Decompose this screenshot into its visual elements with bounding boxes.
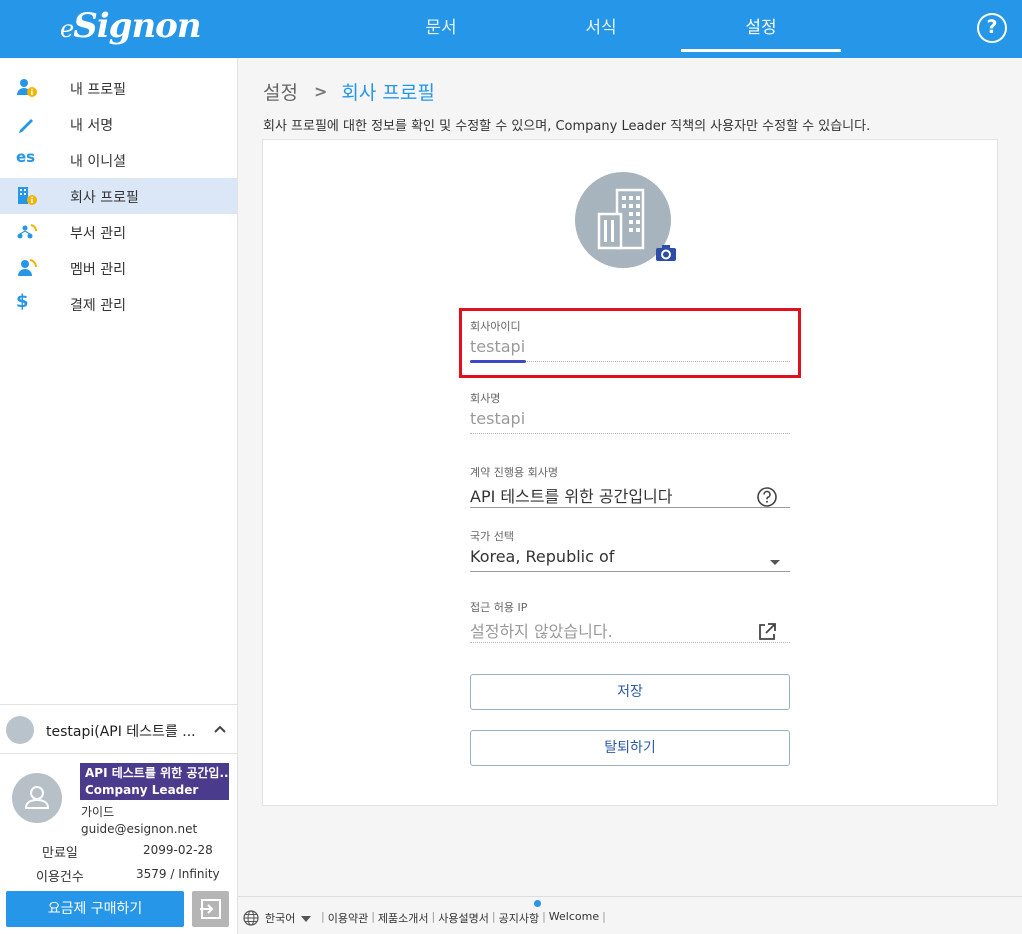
user-name: 가이드 bbox=[81, 805, 115, 819]
contract-company-name-field[interactable]: 계약 진행용 회사명 API 테스트를 위한 공간입니다 bbox=[470, 464, 790, 508]
buy-plan-button[interactable]: 요금제 구매하기 bbox=[6, 891, 184, 927]
allowed-ip-label: 접근 허용 IP bbox=[470, 601, 528, 614]
divider: | bbox=[491, 910, 496, 923]
user-email: guide@esignon.net bbox=[81, 822, 198, 836]
sidebar-item-my-signature[interactable]: 내 서명 bbox=[0, 106, 237, 142]
footer-link-notice[interactable]: 공지사항 bbox=[499, 910, 539, 926]
initials-icon: es bbox=[16, 148, 36, 166]
user-company: API 테스트를 위한 공간입... bbox=[85, 766, 229, 780]
members-icon bbox=[18, 259, 38, 276]
company-avatar-small bbox=[6, 716, 34, 744]
department-icon bbox=[17, 224, 38, 239]
sidebar-item-label: 결제 관리 bbox=[70, 298, 126, 314]
footer: 한국어 | 이용약관 | 제품소개서 | 사용설명서 | 공지사항 | Welc… bbox=[238, 896, 1022, 934]
external-link-icon[interactable] bbox=[756, 621, 778, 643]
user-company-badge: API 테스트를 위한 공간입... Company Leader bbox=[80, 763, 229, 800]
sidebar-item-members[interactable]: 멤버 관리 bbox=[0, 250, 237, 286]
contract-company-name-value: API 테스트를 위한 공간입니다 bbox=[470, 487, 673, 506]
company-profile-panel: 회사아이디 testapi 회사명 testapi 계약 진행용 회사명 API… bbox=[262, 139, 998, 806]
divider: | bbox=[371, 910, 375, 923]
focus-indicator bbox=[470, 360, 526, 363]
company-name-field[interactable]: 회사명 testapi bbox=[470, 390, 790, 434]
country-value: Korea, Republic of bbox=[470, 547, 615, 566]
company-name-value: testapi bbox=[470, 409, 526, 428]
sidebar-item-departments[interactable]: 부서 관리 bbox=[0, 214, 237, 250]
notification-dot bbox=[534, 900, 541, 907]
expiry-label: 만료일 bbox=[42, 846, 78, 861]
logout-icon bbox=[200, 899, 221, 919]
divider: | bbox=[431, 910, 436, 923]
sidebar-item-label: 내 서명 bbox=[70, 118, 114, 134]
globe-icon bbox=[243, 910, 259, 926]
user-avatar bbox=[12, 773, 62, 823]
withdraw-button[interactable]: 탈퇴하기 bbox=[470, 730, 790, 766]
tab-settings[interactable]: 설정 bbox=[681, 0, 841, 54]
breadcrumb: 설정 > 회사 프로필 bbox=[263, 78, 435, 105]
sidebar-item-company-profile[interactable]: 회사 프로필 bbox=[0, 178, 237, 214]
breadcrumb-current: 회사 프로필 bbox=[341, 82, 435, 104]
company-name-label: 회사명 bbox=[470, 392, 501, 405]
building-info-icon bbox=[18, 187, 37, 205]
help-button[interactable]: ? bbox=[977, 13, 1007, 43]
user-silhouette-icon bbox=[24, 786, 50, 809]
tab-templates[interactable]: 서식 bbox=[521, 0, 681, 54]
user-role: Company Leader bbox=[85, 783, 199, 797]
chevron-up-icon[interactable] bbox=[210, 719, 230, 739]
footer-link-terms[interactable]: 이용약관 bbox=[328, 910, 368, 926]
account-name: testapi(API 테스트를 ... bbox=[46, 724, 196, 740]
tab-documents[interactable]: 문서 bbox=[361, 0, 521, 54]
sidebar-item-label: 내 이니셜 bbox=[70, 154, 126, 170]
usage-value: 3579 / Infinity bbox=[136, 867, 220, 881]
account-switcher[interactable]: testapi(API 테스트를 ... bbox=[0, 704, 237, 754]
camera-icon[interactable] bbox=[655, 244, 677, 262]
pen-icon bbox=[19, 119, 33, 133]
footer-link-welcome[interactable]: Welcome bbox=[549, 910, 599, 926]
usage-label: 이용건수 bbox=[36, 870, 84, 885]
language-select[interactable]: 한국어 bbox=[265, 910, 295, 926]
sidebar-item-my-profile[interactable]: 내 프로필 bbox=[0, 70, 237, 106]
field-underline bbox=[470, 642, 790, 643]
company-id-field[interactable]: 회사아이디 testapi bbox=[470, 318, 790, 363]
active-tab-indicator bbox=[681, 49, 841, 52]
sidebar-item-my-initials[interactable]: es 내 이니셜 bbox=[0, 142, 237, 178]
divider: | bbox=[542, 910, 546, 923]
footer-link-product-intro[interactable]: 제품소개서 bbox=[378, 910, 429, 926]
help-circle-icon[interactable] bbox=[756, 486, 778, 508]
logo-main: Signon bbox=[73, 6, 201, 46]
allowed-ip-value: 설정하지 않았습니다. bbox=[470, 622, 613, 641]
contract-company-name-label: 계약 진행용 회사명 bbox=[470, 466, 558, 479]
dropdown-arrow-icon[interactable] bbox=[764, 552, 786, 574]
logo-prefix: e bbox=[60, 15, 74, 43]
top-nav-bar: eSignon 문서 서식 설정 ? bbox=[0, 0, 1022, 58]
sidebar-item-label: 내 프로필 bbox=[70, 82, 126, 98]
expiry-value: 2099-02-28 bbox=[143, 843, 213, 857]
page-description: 회사 프로필에 대한 정보를 확인 및 수정할 수 있으며, Company L… bbox=[263, 119, 871, 134]
breadcrumb-settings[interactable]: 설정 bbox=[263, 78, 298, 105]
field-underline bbox=[470, 507, 790, 508]
footer-links: | 이용약관 | 제품소개서 | 사용설명서 | 공지사항 | Welcome … bbox=[318, 910, 609, 926]
company-id-label: 회사아이디 bbox=[470, 320, 521, 333]
payment-icon: $ bbox=[16, 291, 29, 312]
language-caret-icon[interactable] bbox=[301, 916, 311, 922]
sidebar-item-label: 부서 관리 bbox=[70, 226, 126, 242]
save-button[interactable]: 저장 bbox=[470, 674, 790, 710]
sidebar-item-payment[interactable]: $ 결제 관리 bbox=[0, 286, 237, 322]
field-underline bbox=[470, 433, 790, 434]
sidebar-item-label: 회사 프로필 bbox=[70, 190, 139, 206]
country-select[interactable]: 국가 선택 Korea, Republic of bbox=[470, 528, 790, 572]
sidebar: 내 프로필 내 서명 es 내 이니셜 회사 프로필 부서 관리 멤버 관리 $… bbox=[0, 58, 238, 934]
divider: | bbox=[602, 910, 606, 923]
allowed-ip-field[interactable]: 접근 허용 IP 설정하지 않았습니다. bbox=[470, 599, 790, 643]
sidebar-item-label: 멤버 관리 bbox=[70, 262, 126, 278]
esignon-logo[interactable]: eSignon bbox=[60, 6, 202, 46]
logout-button[interactable] bbox=[192, 891, 229, 927]
user-info-icon bbox=[17, 79, 37, 97]
breadcrumb-separator-icon: > bbox=[313, 82, 328, 101]
field-underline bbox=[470, 571, 790, 572]
company-id-value: testapi bbox=[470, 337, 526, 356]
footer-link-manual[interactable]: 사용설명서 bbox=[438, 910, 489, 926]
divider: | bbox=[321, 910, 325, 923]
country-label: 국가 선택 bbox=[470, 530, 514, 543]
